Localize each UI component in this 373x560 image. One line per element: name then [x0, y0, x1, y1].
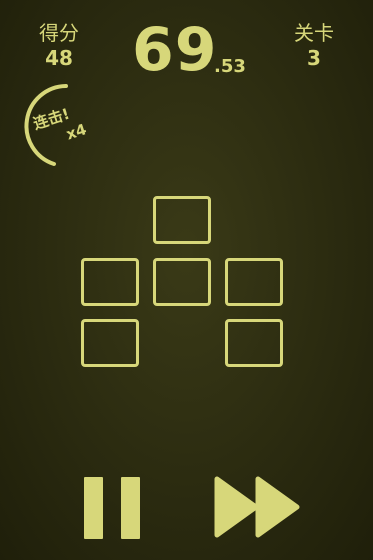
board-tile[interactable]	[225, 319, 283, 367]
level-value: 3	[307, 46, 321, 70]
fast-forward-icon	[214, 476, 300, 538]
board-tile[interactable]	[153, 258, 211, 306]
fast-forward-button[interactable]	[214, 476, 300, 538]
score-value: 48	[45, 46, 73, 70]
level-label: 关卡	[294, 21, 334, 45]
timer-fraction: .53	[214, 56, 246, 77]
board-tile[interactable]	[81, 258, 139, 306]
level-display: 关卡 3	[283, 20, 345, 70]
board-tile[interactable]	[153, 196, 211, 244]
pause-icon	[84, 477, 103, 539]
score-display: 得分 48	[28, 20, 90, 70]
board-tile[interactable]	[225, 258, 283, 306]
pause-button[interactable]	[84, 477, 140, 539]
timer-seconds: 69	[132, 15, 218, 85]
score-label: 得分	[39, 21, 79, 45]
timer-display: 69 .53	[130, 14, 260, 85]
board-tile[interactable]	[81, 319, 139, 367]
